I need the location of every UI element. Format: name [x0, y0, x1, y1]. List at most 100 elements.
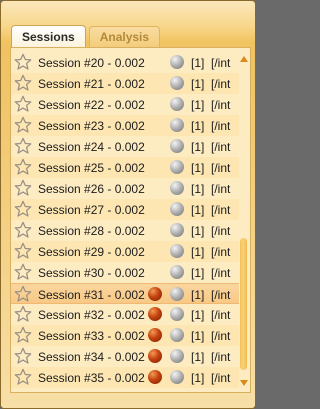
gray-status-dot-icon	[170, 244, 184, 258]
session-path: [/int	[211, 245, 231, 259]
sessions-panel: Sessions Analysis Session #20 - 0.002 [1]…	[0, 0, 256, 409]
session-path: [/int	[211, 98, 231, 112]
session-list: Session #20 - 0.002 [1] [/int Session #21 -…	[11, 52, 239, 388]
session-label: Session #22 - 0.002	[38, 98, 145, 112]
red-status-dot-icon	[148, 307, 162, 321]
star-outline-icon[interactable]	[14, 179, 32, 197]
gray-status-dot-icon	[170, 307, 184, 321]
gray-status-dot-icon	[170, 55, 184, 69]
scroll-thumb[interactable]	[240, 238, 247, 370]
session-count: [1]	[191, 288, 205, 302]
session-path: [/int	[211, 119, 231, 133]
gray-status-dot-icon	[170, 202, 184, 216]
session-row[interactable]: Session #21 - 0.002 [1] [/int	[11, 73, 239, 94]
session-path: [/int	[211, 371, 231, 385]
star-outline-icon[interactable]	[14, 305, 32, 323]
session-row[interactable]: Session #22 - 0.002 [1] [/int	[11, 94, 239, 115]
scroll-down-arrow-icon[interactable]	[240, 380, 248, 386]
session-row[interactable]: Session #29 - 0.002 [1] [/int	[11, 241, 239, 262]
session-count: [1]	[191, 182, 205, 196]
tab-analysis[interactable]: Analysis	[88, 26, 161, 47]
session-label: Session #24 - 0.002	[38, 140, 145, 154]
session-path: [/int	[211, 140, 231, 154]
session-count: [1]	[191, 161, 205, 175]
session-row[interactable]: Session #35 - 0.002 [1] [/int	[11, 367, 239, 388]
session-label: Session #30 - 0.002	[38, 266, 145, 280]
tab-sessions[interactable]: Sessions	[11, 25, 86, 47]
session-count: [1]	[191, 77, 205, 91]
red-status-dot-icon	[148, 287, 162, 301]
session-row[interactable]: Session #25 - 0.002 [1] [/int	[11, 157, 239, 178]
session-row[interactable]: Session #26 - 0.002 [1] [/int	[11, 178, 239, 199]
session-path: [/int	[211, 224, 231, 238]
star-outline-icon[interactable]	[14, 368, 32, 386]
session-path: [/int	[211, 203, 231, 217]
session-list-area: Session #20 - 0.002 [1] [/int Session #21 -…	[10, 47, 251, 393]
star-outline-icon[interactable]	[14, 221, 32, 239]
session-row[interactable]: Session #23 - 0.002 [1] [/int	[11, 115, 239, 136]
session-row[interactable]: Session #27 - 0.002 [1] [/int	[11, 199, 239, 220]
session-row[interactable]: Session #32 - 0.002 [1] [/int	[11, 304, 239, 325]
session-count: [1]	[191, 308, 205, 322]
session-row[interactable]: Session #30 - 0.002 [1] [/int	[11, 262, 239, 283]
red-status-dot-icon	[148, 328, 162, 342]
session-count: [1]	[191, 224, 205, 238]
gray-status-dot-icon	[170, 118, 184, 132]
session-path: [/int	[211, 288, 231, 302]
session-count: [1]	[191, 266, 205, 280]
gray-status-dot-icon	[170, 265, 184, 279]
session-label: Session #33 - 0.002	[38, 329, 145, 343]
red-status-dot-icon	[148, 349, 162, 363]
star-outline-icon[interactable]	[14, 158, 32, 176]
session-row[interactable]: Session #31 - 0.002 [1] [/int	[11, 283, 239, 304]
gray-status-dot-icon	[170, 223, 184, 237]
session-label: Session #29 - 0.002	[38, 245, 145, 259]
scroll-up-arrow-icon[interactable]	[240, 56, 248, 62]
gray-status-dot-icon	[170, 97, 184, 111]
star-outline-icon[interactable]	[14, 116, 32, 134]
gray-status-dot-icon	[170, 328, 184, 342]
session-label: Session #26 - 0.002	[38, 182, 145, 196]
gray-status-dot-icon	[170, 139, 184, 153]
session-count: [1]	[191, 119, 205, 133]
star-outline-icon[interactable]	[14, 347, 32, 365]
session-label: Session #21 - 0.002	[38, 77, 145, 91]
gray-status-dot-icon	[170, 287, 184, 301]
star-outline-icon[interactable]	[14, 53, 32, 71]
session-count: [1]	[191, 350, 205, 364]
session-label: Session #23 - 0.002	[38, 119, 145, 133]
session-path: [/int	[211, 329, 231, 343]
star-outline-icon[interactable]	[14, 326, 32, 344]
star-outline-icon[interactable]	[14, 74, 32, 92]
session-path: [/int	[211, 182, 231, 196]
session-row[interactable]: Session #24 - 0.002 [1] [/int	[11, 136, 239, 157]
star-outline-icon[interactable]	[14, 95, 32, 113]
star-outline-icon[interactable]	[14, 200, 32, 218]
gray-status-dot-icon	[170, 160, 184, 174]
session-path: [/int	[211, 56, 231, 70]
session-row[interactable]: Session #33 - 0.002 [1] [/int	[11, 325, 239, 346]
star-outline-icon[interactable]	[14, 263, 32, 281]
star-outline-icon[interactable]	[14, 242, 32, 260]
session-row[interactable]: Session #28 - 0.002 [1] [/int	[11, 220, 239, 241]
session-label: Session #34 - 0.002	[38, 350, 145, 364]
session-label: Session #20 - 0.002	[38, 56, 145, 70]
vertical-scrollbar[interactable]	[238, 52, 250, 388]
gray-status-dot-icon	[170, 349, 184, 363]
session-count: [1]	[191, 56, 205, 70]
session-path: [/int	[211, 266, 231, 280]
session-path: [/int	[211, 77, 231, 91]
session-count: [1]	[191, 329, 205, 343]
session-label: Session #35 - 0.002	[38, 371, 145, 385]
star-outline-icon[interactable]	[14, 285, 32, 303]
star-outline-icon[interactable]	[14, 137, 32, 155]
session-count: [1]	[191, 371, 205, 385]
gray-status-dot-icon	[170, 370, 184, 384]
session-row[interactable]: Session #20 - 0.002 [1] [/int	[11, 52, 239, 73]
session-row[interactable]: Session #34 - 0.002 [1] [/int	[11, 346, 239, 367]
session-count: [1]	[191, 245, 205, 259]
red-status-dot-icon	[148, 370, 162, 384]
session-label: Session #27 - 0.002	[38, 203, 145, 217]
session-count: [1]	[191, 98, 205, 112]
session-label: Session #31 - 0.002	[38, 288, 145, 302]
